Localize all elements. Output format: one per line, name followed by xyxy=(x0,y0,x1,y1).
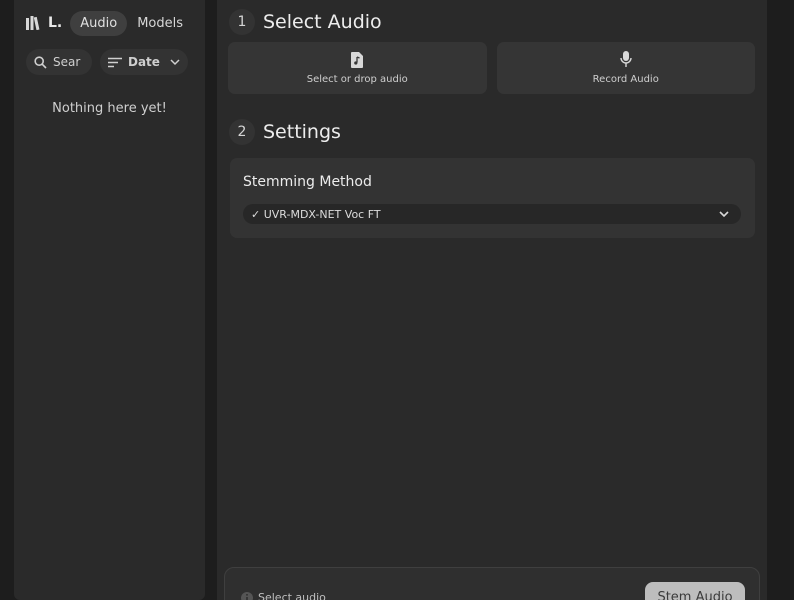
audio-file-icon xyxy=(351,51,364,68)
step-badge-1: 1 xyxy=(229,9,255,35)
library-header: L. Audio Models xyxy=(26,10,198,36)
microphone-icon xyxy=(620,51,632,67)
chevron-down-icon xyxy=(719,210,729,218)
select-audio-label: Select or drop audio xyxy=(306,73,408,85)
stemming-settings-card: Stemming Method ✓ UVR-MDX-NET Voc FT xyxy=(230,158,755,238)
sort-icon xyxy=(108,57,122,67)
stemming-method-select[interactable]: ✓ UVR-MDX-NET Voc FT xyxy=(243,204,741,224)
tab-models[interactable]: Models xyxy=(127,11,193,36)
app-window: L. Audio Models Date xyxy=(0,0,794,600)
audio-source-row: Select or drop audio Record Audio xyxy=(228,42,755,94)
info-icon xyxy=(241,591,253,600)
sort-label: Date xyxy=(128,55,160,69)
section-title-settings: Settings xyxy=(263,121,341,143)
status-text: Select audio xyxy=(258,591,326,600)
record-audio-label: Record Audio xyxy=(592,74,659,85)
stemming-method-label: Stemming Method xyxy=(243,174,372,190)
library-panel: L. Audio Models Date xyxy=(14,0,205,600)
library-icon xyxy=(26,16,40,30)
library-title: L. xyxy=(48,15,63,31)
search-icon xyxy=(34,55,47,69)
section-settings: 2 Settings xyxy=(229,119,341,145)
stemming-method-value: ✓ UVR-MDX-NET Voc FT xyxy=(251,207,381,221)
section-title-select-audio: Select Audio xyxy=(263,11,382,33)
tab-audio[interactable]: Audio xyxy=(70,10,128,36)
search-box[interactable] xyxy=(26,49,92,75)
stem-audio-button[interactable]: Stem Audio xyxy=(645,582,745,600)
chevron-down-icon xyxy=(170,58,180,65)
status-indicator: Select audio xyxy=(241,591,326,600)
sort-button[interactable]: Date xyxy=(100,49,188,75)
section-select-audio: 1 Select Audio xyxy=(229,9,382,35)
record-audio-button[interactable]: Record Audio xyxy=(496,42,755,94)
select-audio-button[interactable]: Select or drop audio xyxy=(228,42,487,94)
search-input[interactable] xyxy=(53,55,91,69)
empty-state-message: Nothing here yet! xyxy=(52,101,167,116)
main-panel: 1 Select Audio Select or drop audio Reco… xyxy=(217,0,767,600)
step-badge-2: 2 xyxy=(229,119,255,145)
action-bar: Select audio Stem Audio xyxy=(224,567,760,600)
library-controls: Date xyxy=(26,49,194,75)
